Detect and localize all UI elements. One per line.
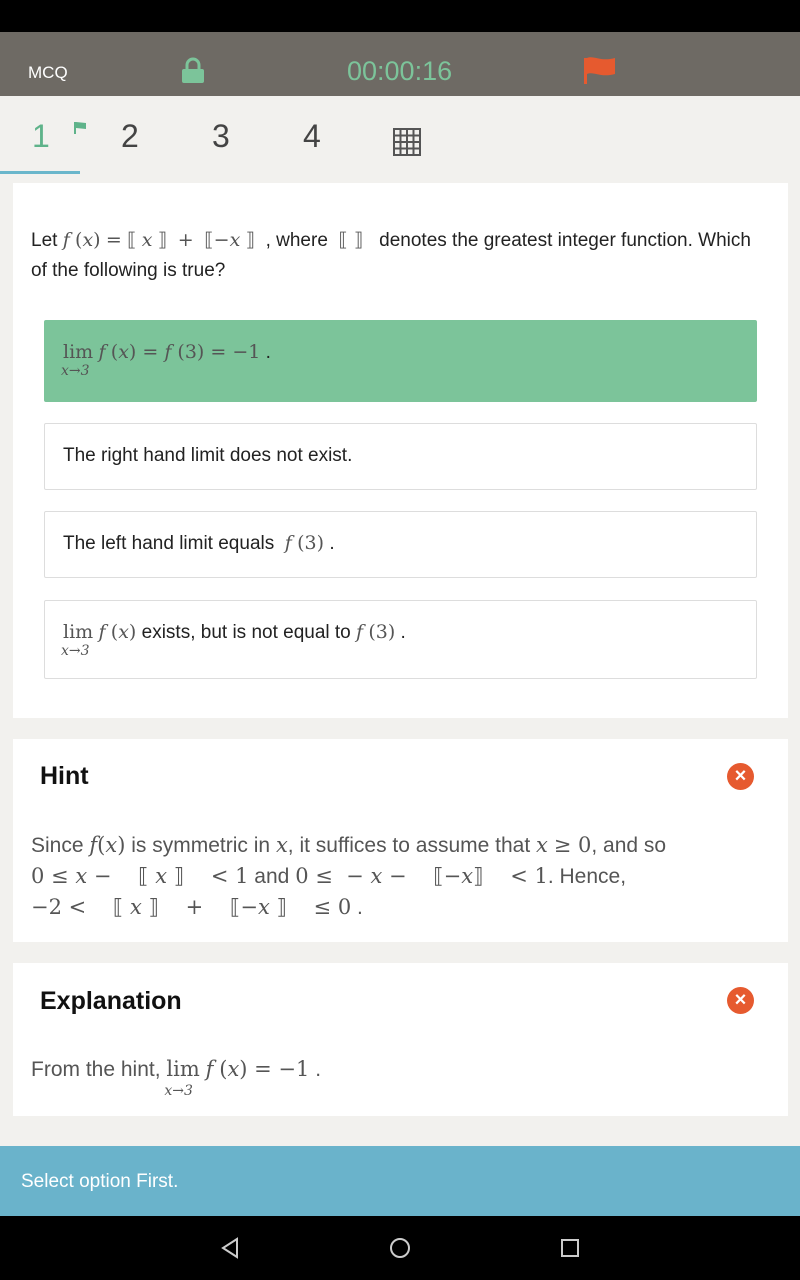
- system-nav-bar: [0, 1216, 800, 1280]
- tab-flag-icon: [74, 122, 86, 134]
- explanation-text: From the hint, lim x→3 f (x) = −1 .: [31, 1057, 322, 1099]
- tab-4[interactable]: 4: [303, 118, 321, 155]
- status-bar: [0, 0, 800, 32]
- option-1[interactable]: lim x→3 f (x) = f (3) = −1 .: [44, 320, 757, 402]
- home-icon[interactable]: [389, 1237, 411, 1259]
- flag-icon[interactable]: [582, 54, 618, 86]
- option-3[interactable]: The left hand limit equals f (3) .: [44, 511, 757, 578]
- explanation-card: Explanation × From the hint, lim x→3 f (x…: [13, 963, 788, 1116]
- explanation-title: Explanation: [40, 987, 182, 1015]
- tab-2[interactable]: 2: [121, 118, 139, 155]
- status-message: Select option First.: [21, 1171, 179, 1192]
- status-message-bar: Select option First.: [0, 1146, 800, 1216]
- tab-1[interactable]: 1: [32, 118, 50, 155]
- hint-card: Hint × Since f(x) is symmetric in x, it …: [13, 739, 788, 942]
- question-text: Let f (x) = ⟦ x ⟧ + ⟦−x ⟧ , where ⟦ ⟧ de…: [31, 229, 751, 281]
- tab-3[interactable]: 3: [212, 118, 230, 155]
- app-bar: MCQ 00:00:16: [0, 32, 800, 96]
- hint-title: Hint: [40, 762, 89, 790]
- option-2[interactable]: The right hand limit does not exist.: [44, 423, 757, 490]
- back-icon[interactable]: [220, 1237, 240, 1259]
- mode-label: MCQ: [28, 63, 68, 82]
- grid-icon[interactable]: [393, 128, 421, 156]
- active-tab-indicator: [0, 171, 80, 174]
- close-hint-icon[interactable]: ×: [727, 763, 754, 790]
- recents-icon[interactable]: [560, 1238, 580, 1258]
- timer: 00:00:16: [347, 56, 453, 86]
- question-card: Let f (x) = ⟦ x ⟧ + ⟦−x ⟧ , where ⟦ ⟧ de…: [13, 183, 788, 718]
- hint-text: Since f(x) is symmetric in x, it suffice…: [31, 833, 667, 919]
- close-explanation-icon[interactable]: ×: [727, 987, 754, 1014]
- option-4[interactable]: lim x→3 f (x) exists, but is not equal to…: [44, 600, 757, 679]
- lock-icon[interactable]: [180, 57, 206, 85]
